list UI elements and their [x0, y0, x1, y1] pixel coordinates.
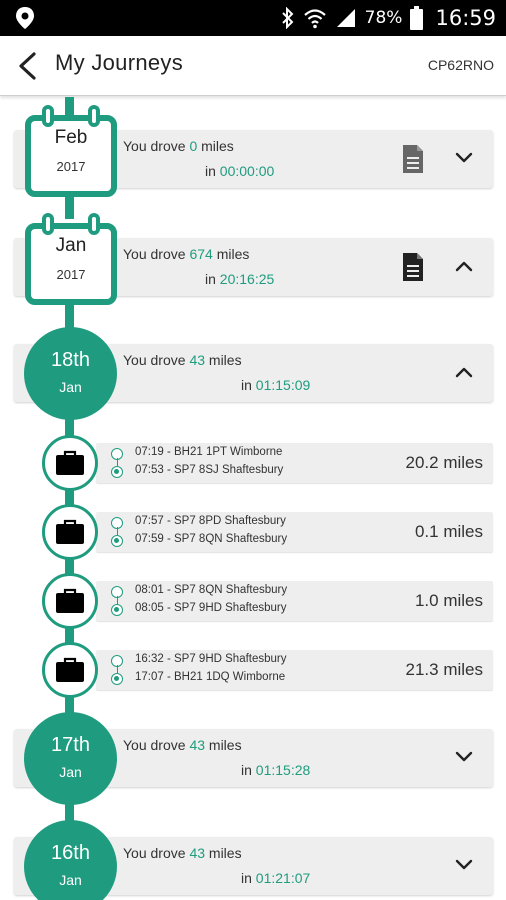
day-number: 16th — [51, 842, 90, 864]
trip-end: 07:53 - SP7 8SJ Shaftesbury — [135, 464, 284, 476]
day-number: 17th — [51, 734, 90, 756]
summary-prefix: You drove — [123, 246, 186, 262]
briefcase-icon — [56, 519, 84, 544]
calendar-year: 2017 — [56, 159, 86, 174]
location-icon — [16, 7, 34, 29]
summary-duration: 00:00:00 — [219, 163, 275, 179]
summary-prefix: You drove — [123, 352, 186, 368]
end-marker-icon — [111, 673, 123, 685]
trip-start: 08:01 - SP7 8QN Shaftesbury — [135, 584, 288, 596]
end-marker-icon — [111, 604, 123, 616]
summary-miles: 0 — [189, 138, 198, 154]
trip-end: 17:07 - BH21 1DQ Wimborne — [135, 671, 286, 683]
clock: 16:59 — [435, 6, 496, 30]
vehicle-registration: CP62RNO — [427, 57, 494, 73]
trip-row[interactable]: 16:32 - SP7 9HD Shaftesbury 17:07 - BH21… — [96, 650, 493, 690]
trip-end: 07:59 - SP7 8QN Shaftesbury — [135, 533, 288, 545]
summary-miles: 674 — [189, 246, 213, 262]
calendar-month: Jan — [55, 235, 87, 256]
battery-percentage: 78% — [364, 8, 403, 28]
trip-distance: 20.2 miles — [405, 453, 483, 472]
trip-row[interactable]: 07:19 - BH21 1PT Wimborne 07:53 - SP7 8S… — [96, 443, 493, 483]
trip-start: 07:57 - SP7 8PD Shaftesbury — [135, 515, 286, 527]
summary-prefix: You drove — [123, 138, 186, 154]
trip-badge — [42, 573, 98, 629]
briefcase-icon — [56, 588, 84, 613]
summary-suffix: miles — [216, 246, 250, 262]
calendar-icon: Feb 2017 — [25, 105, 117, 197]
calendar-month: Feb — [54, 127, 88, 148]
back-arrow-icon[interactable] — [14, 50, 42, 82]
summary-prefix: You drove — [123, 737, 186, 753]
chevron-up-icon[interactable] — [455, 363, 473, 381]
trip-start: 16:32 - SP7 9HD Shaftesbury — [135, 653, 287, 665]
chevron-down-icon[interactable] — [455, 748, 473, 766]
chevron-down-icon[interactable] — [455, 149, 473, 167]
app-bar: My Journeys CP62RNO — [0, 36, 506, 96]
day-badge: 18th Jan — [24, 327, 117, 420]
trip-distance: 0.1 miles — [414, 522, 483, 541]
briefcase-icon — [56, 657, 84, 682]
end-marker-icon — [111, 535, 123, 547]
calendar-year: 2017 — [56, 267, 86, 282]
summary-duration: 20:16:25 — [219, 271, 275, 287]
summary-miles: 43 — [189, 845, 206, 861]
chevron-up-icon[interactable] — [455, 257, 473, 275]
day-month: Jan — [59, 872, 82, 888]
wifi-icon — [303, 9, 326, 29]
summary-suffix: miles — [208, 352, 242, 368]
briefcase-icon — [56, 450, 84, 475]
battery-icon — [410, 6, 424, 30]
summary-in: in — [205, 163, 216, 179]
summary-duration: 01:21:07 — [255, 870, 311, 886]
day-month: Jan — [59, 379, 82, 395]
summary-suffix: miles — [208, 845, 242, 861]
summary-duration: 01:15:09 — [255, 377, 311, 393]
day-number: 18th — [51, 349, 90, 371]
document-icon[interactable] — [401, 144, 425, 174]
summary-suffix: miles — [201, 138, 234, 154]
summary-in: in — [241, 377, 252, 393]
trip-badge — [42, 504, 98, 560]
page-title: My Journeys — [55, 50, 184, 75]
trip-badge — [42, 642, 98, 698]
summary-suffix: miles — [208, 737, 242, 753]
day-badge: 16th Jan — [24, 820, 117, 900]
chevron-down-icon[interactable] — [455, 856, 473, 874]
summary-prefix: You drove — [123, 845, 186, 861]
trip-distance: 21.3 miles — [405, 660, 483, 679]
document-icon[interactable] — [401, 252, 425, 282]
trip-row[interactable]: 08:01 - SP7 8QN Shaftesbury 08:05 - SP7 … — [96, 581, 493, 621]
trip-badge — [42, 435, 98, 491]
summary-in: in — [205, 271, 216, 287]
day-month: Jan — [59, 764, 82, 780]
day-badge: 17th Jan — [24, 712, 117, 805]
summary-duration: 01:15:28 — [255, 762, 311, 778]
trip-start: 07:19 - BH21 1PT Wimborne — [135, 446, 283, 458]
signal-icon — [336, 9, 355, 27]
trip-end: 08:05 - SP7 9HD Shaftesbury — [135, 602, 287, 614]
summary-in: in — [241, 762, 252, 778]
trip-row[interactable]: 07:57 - SP7 8PD Shaftesbury 07:59 - SP7 … — [96, 512, 493, 552]
summary-in: in — [241, 870, 252, 886]
summary-miles: 43 — [189, 737, 206, 753]
calendar-icon: Jan 2017 — [25, 213, 117, 305]
trip-distance: 1.0 miles — [414, 591, 483, 610]
bluetooth-icon — [281, 7, 294, 29]
journey-timeline: You drove 0 miles in 00:00:00 Feb 2017 Y… — [0, 97, 506, 900]
status-bar: 78% 16:59 — [0, 0, 506, 36]
end-marker-icon — [111, 466, 123, 478]
summary-miles: 43 — [189, 352, 206, 368]
